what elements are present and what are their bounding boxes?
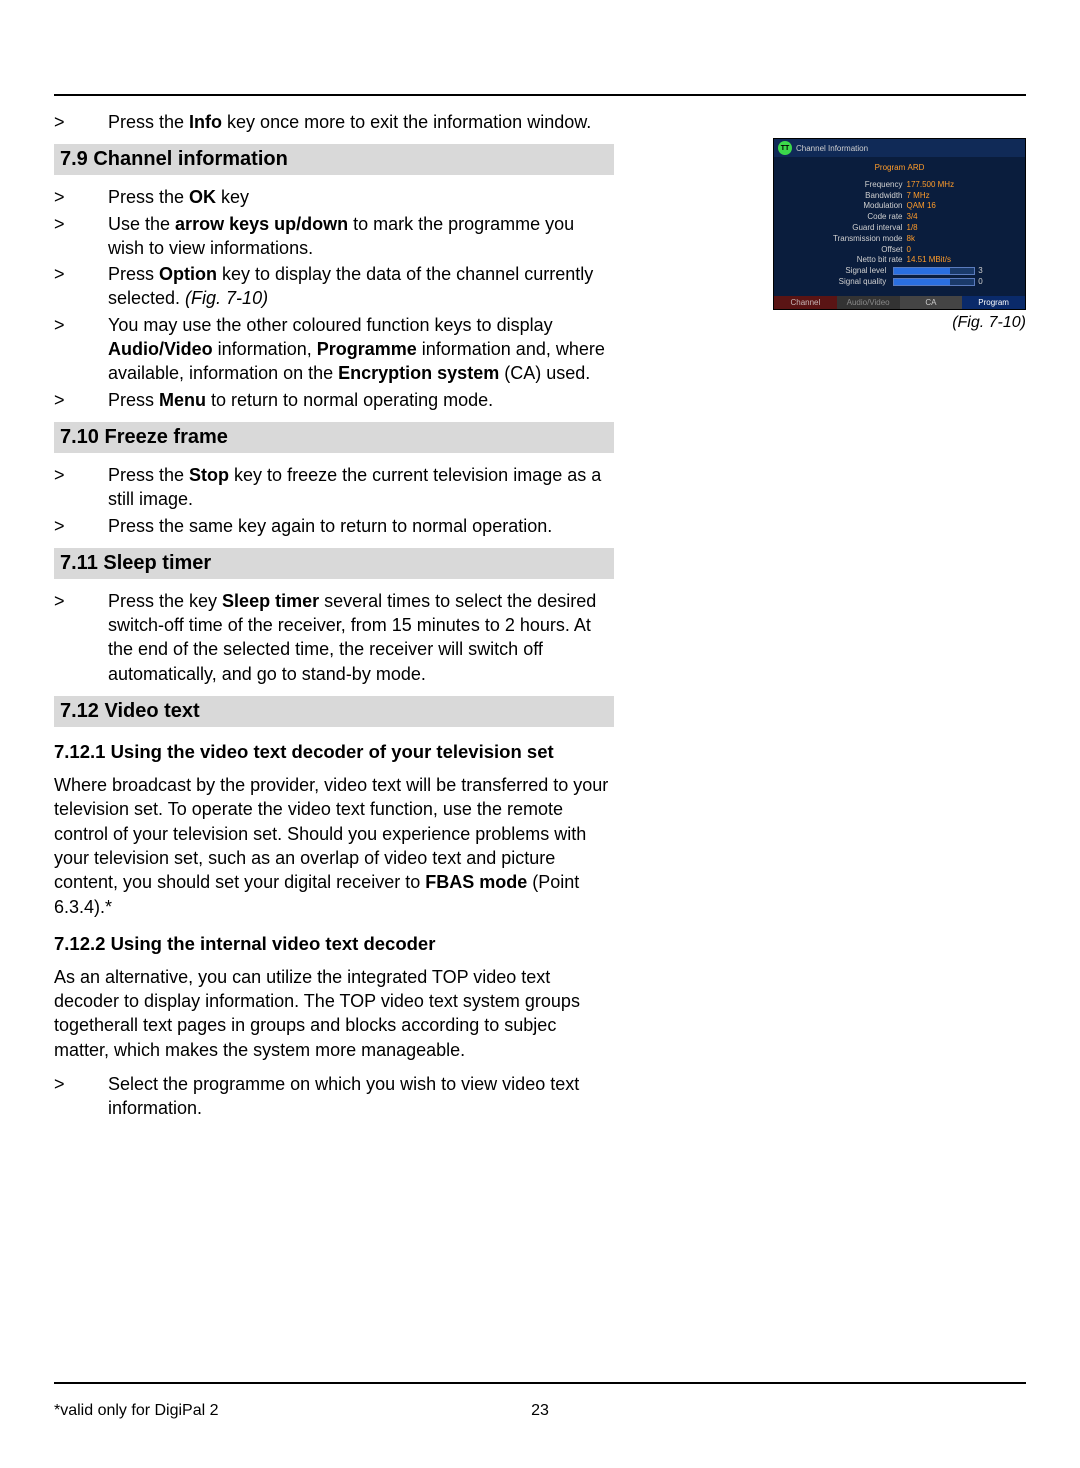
page-number: 23 bbox=[531, 1402, 549, 1420]
list-item: > Press the OK key bbox=[54, 185, 614, 209]
main-column: > Press the Info key once more to exit t… bbox=[54, 104, 614, 1127]
list-item: > Use the arrow keys up/down to mark the… bbox=[54, 212, 614, 261]
figure-title-bar: TT Channel Information bbox=[774, 139, 1025, 157]
figure-title: Channel Information bbox=[796, 144, 868, 153]
list-item: > Press the same key again to return to … bbox=[54, 514, 614, 538]
tab-audiovideo: Audio/Video bbox=[837, 296, 900, 309]
list-item: > Press Option key to display the data o… bbox=[54, 262, 614, 311]
figure-tabs: Channel Audio/Video CA Program bbox=[774, 296, 1025, 309]
tab-channel: Channel bbox=[774, 296, 837, 309]
heading-7-10: 7.10 Freeze frame bbox=[54, 422, 614, 453]
top-rule bbox=[54, 94, 1026, 96]
logo-icon: TT bbox=[778, 141, 792, 155]
bullet-mark: > bbox=[54, 110, 108, 134]
figure-caption: (Fig. 7-10) bbox=[773, 314, 1026, 332]
list-item: > Press the key Sleep timer several time… bbox=[54, 589, 614, 686]
list-item: > Press the Stop key to freeze the curre… bbox=[54, 463, 614, 512]
side-column: TT Channel Information Program ARD Frequ… bbox=[614, 104, 1026, 336]
bottom-rule bbox=[54, 1382, 1026, 1384]
list-item: > Select the programme on which you wish… bbox=[54, 1072, 614, 1121]
bullet-text: Press the Info key once more to exit the… bbox=[108, 110, 614, 134]
subheading-7-12-2: 7.12.2 Using the internal video text dec… bbox=[54, 933, 614, 955]
footer: *valid only for DigiPal 2 23 bbox=[54, 1402, 1026, 1420]
subheading-7-12-1: 7.12.1 Using the video text decoder of y… bbox=[54, 741, 614, 763]
heading-7-11: 7.11 Sleep timer bbox=[54, 548, 614, 579]
tab-ca: CA bbox=[900, 296, 963, 309]
bar-icon bbox=[893, 267, 975, 275]
program-row: Program ARD bbox=[784, 163, 1015, 174]
signal-level-row: Signal level 3 bbox=[784, 266, 1015, 277]
signal-quality-row: Signal quality 0 bbox=[784, 277, 1015, 288]
paragraph: As an alternative, you can utilize the i… bbox=[54, 965, 614, 1062]
heading-7-9: 7.9 Channel information bbox=[54, 144, 614, 175]
page: > Press the Info key once more to exit t… bbox=[0, 0, 1080, 1468]
paragraph: Where broadcast by the provider, video t… bbox=[54, 773, 614, 919]
bar-icon bbox=[893, 278, 975, 286]
tab-program: Program bbox=[962, 296, 1025, 309]
figure-channel-info: TT Channel Information Program ARD Frequ… bbox=[773, 138, 1026, 332]
heading-7-12: 7.12 Video text bbox=[54, 696, 614, 727]
list-item: > Press the Info key once more to exit t… bbox=[54, 110, 614, 134]
list-item: > Press Menu to return to normal operati… bbox=[54, 388, 614, 412]
list-item: > You may use the other coloured functio… bbox=[54, 313, 614, 386]
footnote: *valid only for DigiPal 2 bbox=[54, 1402, 219, 1419]
